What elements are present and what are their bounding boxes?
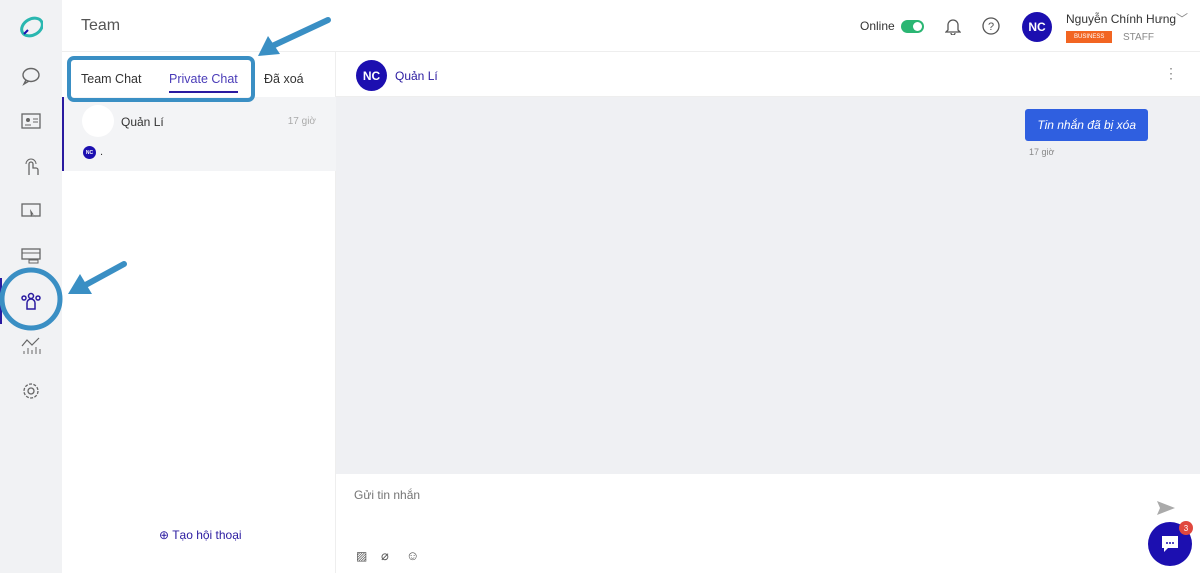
user-role: STAFF <box>1123 32 1154 43</box>
team-icon[interactable] <box>19 289 43 313</box>
bell-icon[interactable] <box>945 17 961 35</box>
screen-pointer-icon[interactable] <box>19 199 43 223</box>
user-name[interactable]: Nguyễn Chính Hưng <box>1066 12 1176 26</box>
chat-bubble-icon <box>1162 536 1178 552</box>
new-conversation-button[interactable]: ⊕ Tạo hội thoại <box>159 528 242 542</box>
card-icon[interactable] <box>19 244 43 268</box>
touch-icon[interactable] <box>19 154 43 178</box>
svg-text:?: ? <box>988 21 994 33</box>
sender-avatar: NC <box>83 146 96 159</box>
conversation-time: 17 giờ <box>287 116 316 127</box>
message-bubble: Tin nhắn đã bị xóa <box>1025 109 1148 141</box>
last-message: . <box>100 146 104 158</box>
tab-private-chat[interactable]: Private Chat <box>169 72 238 93</box>
send-icon[interactable] <box>1157 501 1175 515</box>
tab-team-chat[interactable]: Team Chat <box>81 72 141 86</box>
emoji-icon[interactable]: ☺ <box>406 548 419 563</box>
notification-badge: 3 <box>1179 521 1193 535</box>
message-input[interactable] <box>354 488 1114 502</box>
top-bar: Team Online ? NC Nguyễn Chính Hưng ﹀ BUS… <box>62 0 1200 52</box>
settings-icon[interactable] <box>19 379 43 403</box>
conversation-panel: Team Chat Private Chat Đã xoá Quản Lí 17… <box>62 52 336 573</box>
active-indicator <box>0 278 2 324</box>
new-conversation-label: Tạo hội thoại <box>172 528 242 542</box>
chat-panel: NC Quản Lí ⋮ Tin nhắn đã bị xóa 17 giờ ▨… <box>336 52 1200 573</box>
chat-icon[interactable] <box>19 64 43 88</box>
message-list: Tin nhắn đã bị xóa 17 giờ <box>336 97 1200 474</box>
message-time: 17 giờ <box>1029 147 1055 157</box>
chat-header: NC Quản Lí ⋮ <box>336 52 1200 97</box>
analytics-icon[interactable] <box>19 334 43 358</box>
conversation-name: Quản Lí <box>121 115 164 129</box>
conversation-item[interactable]: Quản Lí 17 giờ NC . <box>62 97 336 171</box>
conversation-avatar <box>82 105 114 137</box>
status-label: Online <box>860 19 895 33</box>
plan-badge: BUSINESS <box>1066 31 1113 43</box>
tab-bar: Team Chat Private Chat Đã xoá <box>62 52 335 97</box>
user-avatar[interactable]: NC <box>1022 12 1052 42</box>
image-icon[interactable]: ▨ <box>356 549 367 563</box>
attachment-icon[interactable]: ⌀ <box>381 548 389 564</box>
contact-name[interactable]: Quản Lí <box>395 69 438 83</box>
more-options-icon[interactable]: ⋮ <box>1164 65 1178 82</box>
page-title: Team <box>81 17 121 34</box>
composer: ▨ ⌀ ☺ <box>336 474 1200 573</box>
logo-icon[interactable] <box>19 15 43 39</box>
contacts-icon[interactable] <box>19 109 43 133</box>
help-icon[interactable]: ? <box>982 17 1000 35</box>
online-toggle[interactable] <box>901 20 924 33</box>
plus-circle-icon: ⊕ <box>159 528 170 542</box>
tab-deleted[interactable]: Đã xoá <box>264 72 304 86</box>
contact-avatar: NC <box>356 60 387 91</box>
chevron-down-icon[interactable]: ﹀ <box>1176 10 1188 27</box>
sidebar <box>0 0 62 573</box>
